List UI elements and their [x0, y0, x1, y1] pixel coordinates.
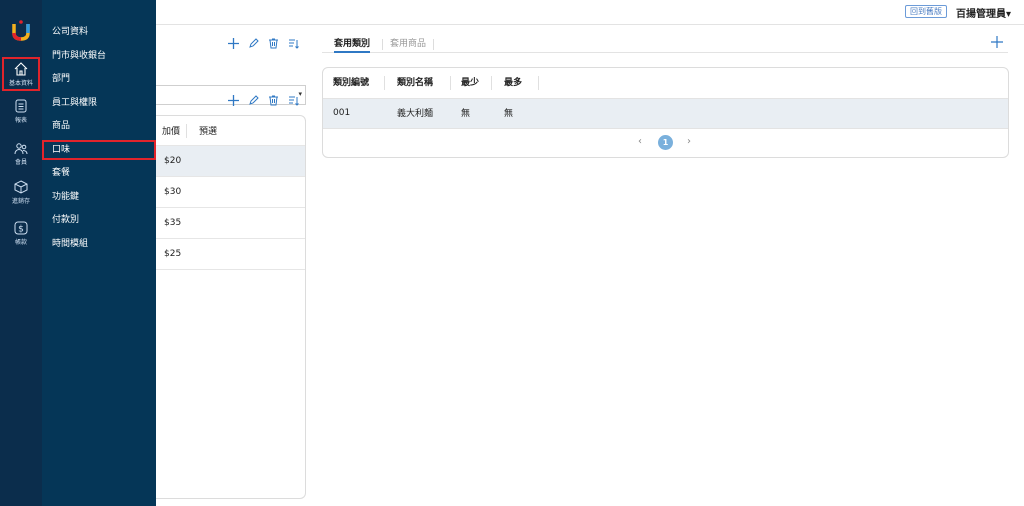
tab-bar: 套用類別 套用商品: [322, 38, 1008, 53]
submenu-item-department[interactable]: 部門: [42, 69, 156, 89]
submenu-item-company[interactable]: 公司資料: [42, 22, 156, 42]
table-row[interactable]: $20: [156, 146, 305, 177]
tab-divider: [382, 39, 383, 50]
table-row[interactable]: $35: [156, 208, 305, 239]
user-menu[interactable]: 百揚管理員▾: [956, 5, 1011, 20]
column-header-code: 類別編號: [333, 78, 370, 88]
cell-min: 無: [461, 109, 471, 119]
table-row[interactable]: 001 義大利麵 無 無: [323, 99, 1008, 129]
submenu-item-payment[interactable]: 付款別: [42, 210, 156, 230]
rail-item-basic-data[interactable]: 基本資料: [2, 57, 40, 91]
submenu-item-combo[interactable]: 套餐: [42, 163, 156, 183]
column-divider: [384, 76, 385, 90]
rail-item-accounts[interactable]: $ 帳款: [2, 218, 40, 252]
submenu-item-store-register[interactable]: 門市與收銀台: [42, 46, 156, 66]
table-header: 加價 預選: [156, 116, 305, 146]
submenu-item-function-key[interactable]: 功能鍵: [42, 187, 156, 207]
rail-item-label: 報表: [14, 117, 27, 124]
tab-apply-product[interactable]: 套用商品: [390, 38, 426, 51]
column-header-min: 最少: [461, 78, 480, 88]
table-row[interactable]: $25: [156, 239, 305, 270]
trash-icon[interactable]: [268, 38, 279, 49]
icon-rail: 基本資料 報表 會員 進銷存 $ 帳款: [0, 0, 42, 506]
home-icon: [14, 62, 28, 76]
add-icon[interactable]: [228, 38, 239, 49]
flavor-toolbar: [228, 95, 299, 106]
chevron-down-icon: ▾: [298, 90, 302, 98]
column-header-preselect: 預選: [199, 127, 218, 137]
column-divider: [450, 76, 451, 90]
column-divider: [491, 76, 492, 90]
rail-item-member[interactable]: 會員: [2, 138, 40, 172]
add-icon[interactable]: [991, 36, 1003, 51]
basic-data-submenu: 公司資料 門市與收銀台 部門 員工與權限 商品 口味 套餐 功能鍵 付款別 時間…: [42, 0, 156, 506]
column-divider: [186, 123, 188, 138]
submenu-item-product[interactable]: 商品: [42, 116, 156, 136]
left-panel: ▾ 加價 預選 $20 $30 $35 $25: [156, 25, 306, 500]
rail-item-report[interactable]: 報表: [2, 96, 40, 130]
trash-icon[interactable]: [268, 95, 279, 106]
page-1-button[interactable]: 1: [658, 135, 673, 150]
submenu-item-staff-permission[interactable]: 員工與權限: [42, 93, 156, 113]
rail-item-label: 帳款: [14, 239, 27, 246]
add-icon[interactable]: [228, 95, 239, 106]
sort-icon[interactable]: [288, 95, 299, 106]
edit-icon[interactable]: [248, 38, 259, 49]
column-header-name: 類別名稱: [397, 78, 434, 88]
logo-icon: [12, 20, 30, 41]
chevron-right-icon[interactable]: ›: [687, 136, 691, 147]
chevron-left-icon[interactable]: ‹: [638, 136, 642, 147]
submenu-item-time-module[interactable]: 時間模組: [42, 234, 156, 254]
inventory-icon: [14, 180, 28, 194]
dollar-icon: $: [14, 221, 28, 235]
flavor-table: 加價 預選 $20 $30 $35 $25: [156, 115, 306, 499]
table-row[interactable]: $30: [156, 177, 305, 208]
back-to-old-version-button[interactable]: 回到舊版: [905, 5, 947, 18]
table-header: 類別編號 類別名稱 最少 最多: [323, 68, 1008, 99]
column-divider: [538, 76, 539, 90]
report-icon: [15, 99, 27, 113]
top-toolbar: [228, 38, 299, 49]
member-icon: [14, 143, 28, 155]
rail-item-label: 進銷存: [11, 198, 30, 205]
category-table: 類別編號 類別名稱 最少 最多 001 義大利麵 無 無 ‹ 1 ›: [322, 67, 1009, 158]
rail-item-label: 會員: [14, 159, 27, 166]
rail-item-inventory[interactable]: 進銷存: [2, 177, 40, 211]
cell-code: 001: [333, 108, 351, 118]
rail-item-label: 基本資料: [8, 80, 33, 87]
sort-icon[interactable]: [288, 38, 299, 49]
tab-apply-category[interactable]: 套用類別: [334, 38, 371, 53]
edit-icon[interactable]: [248, 95, 259, 106]
tab-divider: [433, 39, 434, 50]
column-header-price: 加價: [162, 127, 181, 137]
cell-max: 無: [504, 109, 514, 119]
svg-text:$: $: [18, 225, 24, 235]
submenu-item-flavor[interactable]: 口味: [42, 140, 156, 160]
cell-name: 義大利麵: [397, 109, 434, 119]
column-header-max: 最多: [504, 78, 523, 88]
pagination: ‹ 1 ›: [323, 130, 1008, 157]
